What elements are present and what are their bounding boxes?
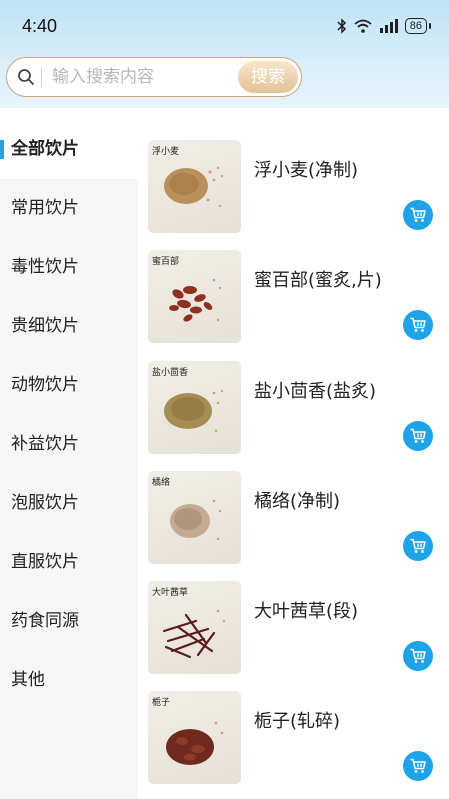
product-card[interactable]: 蜜百部 蜜百部(蜜炙,片) xyxy=(148,250,448,350)
sidebar-item-label: 直服饮片 xyxy=(11,552,79,572)
product-name: 橘络(净制) xyxy=(254,491,341,512)
search-bar: 搜索 xyxy=(6,57,302,97)
add-to-cart-button[interactable] xyxy=(403,200,433,230)
search-icon xyxy=(17,68,35,86)
product-card[interactable]: 橘络 橘络(净制) xyxy=(148,471,448,571)
bluetooth-icon xyxy=(337,18,347,34)
sidebar-item-label: 动物饮片 xyxy=(11,375,79,395)
sidebar-item-label: 毒性饮片 xyxy=(11,257,79,277)
sidebar-item-label: 贵细饮片 xyxy=(11,316,79,336)
sidebar-item-label: 常用饮片 xyxy=(11,198,79,218)
battery-indicator: 86 xyxy=(404,18,432,34)
product-thumbnail: 浮小麦 xyxy=(148,140,241,233)
thumbnail-label: 橘络 xyxy=(152,478,171,488)
sidebar-item-label: 泡服饮片 xyxy=(11,493,79,513)
sidebar-item-animal[interactable]: 动物饮片 xyxy=(0,356,138,415)
cart-icon xyxy=(410,758,426,773)
sidebar-item-toxic[interactable]: 毒性饮片 xyxy=(0,238,138,297)
product-name: 栀子(轧碎) xyxy=(254,711,341,732)
product-card[interactable]: 栀子 栀子(轧碎) xyxy=(148,691,448,791)
product-name: 浮小麦(净制) xyxy=(254,160,359,181)
product-name: 蜜百部(蜜炙,片) xyxy=(254,270,382,291)
thumbnail-label: 栀子 xyxy=(152,698,171,708)
status-icons: 86 xyxy=(337,16,432,36)
add-to-cart-button[interactable] xyxy=(403,751,433,781)
thumbnail-label: 盐小茴香 xyxy=(152,368,189,378)
product-thumbnail: 盐小茴香 xyxy=(148,361,241,454)
status-bar: 4:40 86 xyxy=(0,0,449,52)
cart-icon xyxy=(410,428,426,443)
thumbnail-label: 大叶茜草 xyxy=(152,588,189,598)
cart-icon xyxy=(410,538,426,553)
active-indicator xyxy=(0,140,4,159)
search-divider xyxy=(41,67,42,87)
sidebar-item-food-medicine[interactable]: 药食同源 xyxy=(0,592,138,651)
sidebar-item-label: 其他 xyxy=(11,670,45,690)
product-name: 大叶茜草(段) xyxy=(254,601,359,622)
product-name: 盐小茴香(盐炙) xyxy=(254,381,377,402)
sidebar-item-label: 全部饮片 xyxy=(11,139,79,159)
sidebar-item-tonic[interactable]: 补益饮片 xyxy=(0,415,138,474)
cart-icon xyxy=(410,207,426,222)
sidebar-item-label: 补益饮片 xyxy=(11,434,79,454)
sidebar-item-precious[interactable]: 贵细饮片 xyxy=(0,297,138,356)
sidebar-item-direct[interactable]: 直服饮片 xyxy=(0,533,138,592)
wifi-icon xyxy=(353,18,373,34)
sidebar-item-steep[interactable]: 泡服饮片 xyxy=(0,474,138,533)
thumbnail-label: 浮小麦 xyxy=(152,147,180,157)
product-thumbnail: 栀子 xyxy=(148,691,241,784)
product-thumbnail: 橘络 xyxy=(148,471,241,564)
sidebar-item-other[interactable]: 其他 xyxy=(0,651,138,710)
thumbnail-label: 蜜百部 xyxy=(152,257,180,267)
sidebar-item-common[interactable]: 常用饮片 xyxy=(0,179,138,238)
sidebar-item-all[interactable]: 全部饮片 xyxy=(0,120,138,179)
cart-icon xyxy=(410,648,426,663)
product-thumbnail: 蜜百部 xyxy=(148,250,241,343)
add-to-cart-button[interactable] xyxy=(403,310,433,340)
add-to-cart-button[interactable] xyxy=(403,531,433,561)
cart-icon xyxy=(410,317,426,332)
product-card[interactable]: 盐小茴香 盐小茴香(盐炙) xyxy=(148,361,448,461)
product-thumbnail: 大叶茜草 xyxy=(148,581,241,674)
search-button[interactable]: 搜索 xyxy=(238,61,298,93)
product-card[interactable]: 浮小麦 浮小麦(净制) xyxy=(148,140,448,240)
sidebar-item-label: 药食同源 xyxy=(11,611,79,631)
status-time: 4:40 xyxy=(22,16,58,36)
add-to-cart-button[interactable] xyxy=(403,641,433,671)
add-to-cart-button[interactable] xyxy=(403,421,433,451)
product-card[interactable]: 大叶茜草 大叶茜草(段) xyxy=(148,581,448,681)
search-input[interactable] xyxy=(50,66,234,88)
category-sidebar: 全部饮片 常用饮片 毒性饮片 贵细饮片 动物饮片 补益饮片 泡服饮片 直服饮片 … xyxy=(0,120,138,799)
signal-icon xyxy=(379,19,399,33)
